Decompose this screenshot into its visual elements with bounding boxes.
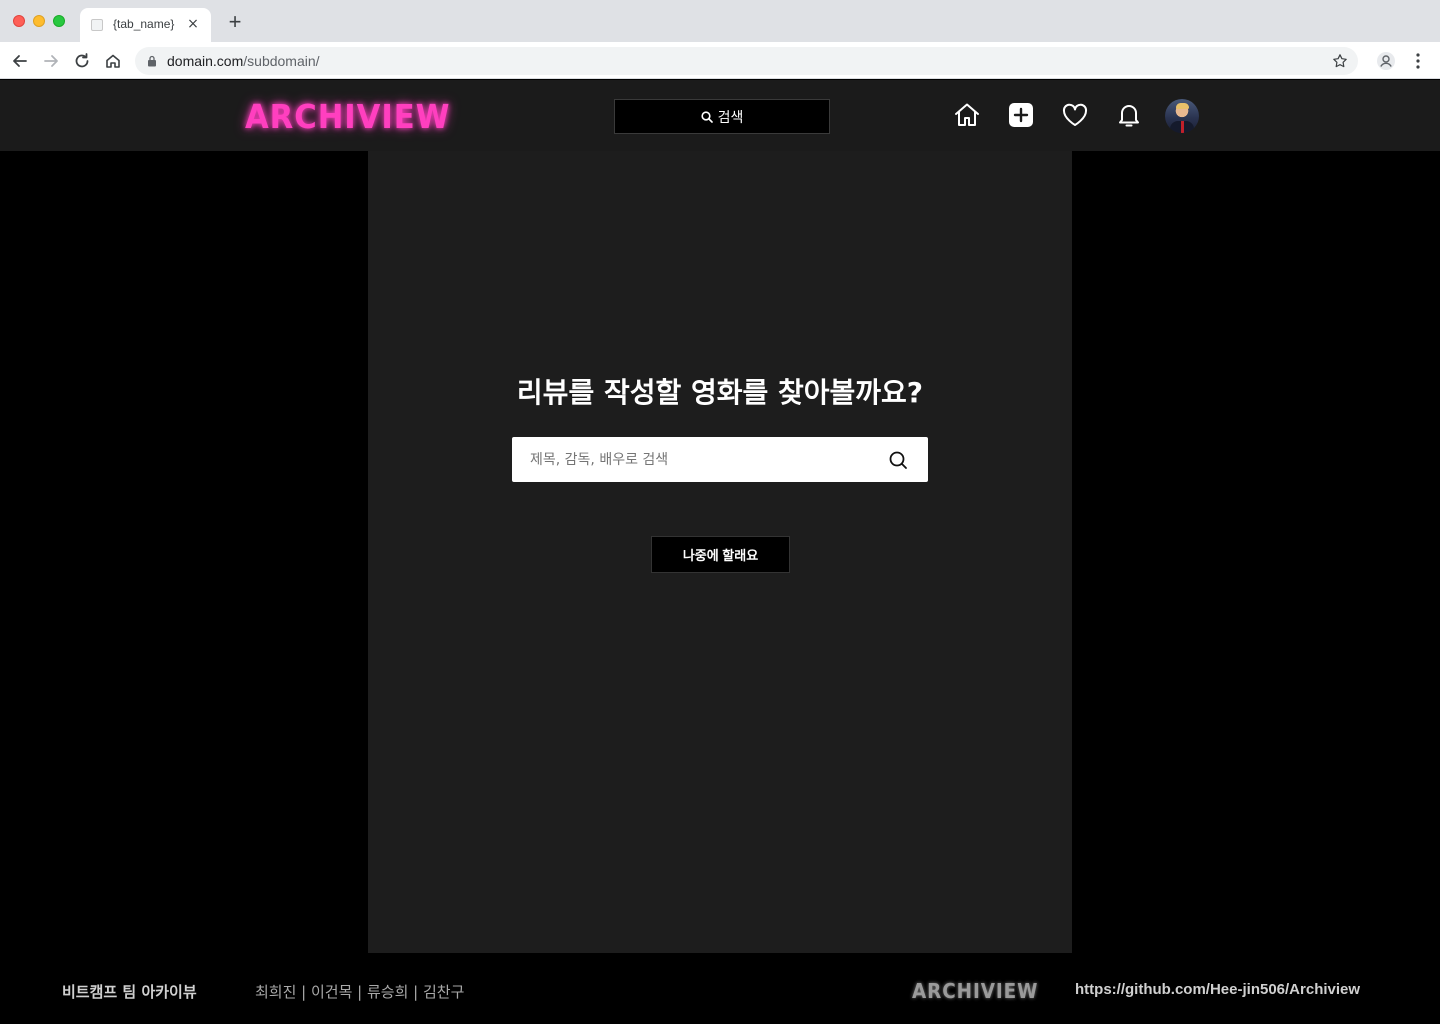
archiview-logo[interactable]: ARCHIVIEW bbox=[245, 97, 450, 136]
url-domain: domain.com bbox=[167, 53, 244, 69]
avatar-tie bbox=[1181, 121, 1184, 133]
browser-tab-strip: {tab_name} × + bbox=[0, 0, 1440, 42]
heart-icon[interactable] bbox=[1061, 101, 1089, 129]
movie-search-input[interactable] bbox=[512, 437, 882, 482]
window-maximize-button[interactable] bbox=[53, 15, 65, 27]
header-search-label: 검색 bbox=[717, 109, 744, 126]
home-icon[interactable] bbox=[953, 101, 981, 129]
footer-team-name: 비트캠프 팀 아카이뷰 bbox=[62, 983, 197, 1001]
page-title: 리뷰를 작성할 영화를 찾아볼까요? bbox=[516, 376, 924, 409]
bookmark-star-icon[interactable] bbox=[1332, 53, 1348, 69]
favicon-icon bbox=[91, 19, 103, 31]
tab-close-icon[interactable]: × bbox=[186, 17, 200, 31]
reload-icon[interactable] bbox=[72, 51, 92, 71]
site-header: ARCHIVIEW 검색 bbox=[0, 80, 1440, 151]
browser-toolbar: domain.com/subdomain/ bbox=[0, 42, 1440, 79]
new-tab-button[interactable]: + bbox=[226, 11, 244, 33]
movie-search-box bbox=[512, 437, 928, 482]
url-path: /subdomain/ bbox=[243, 53, 320, 69]
profile-icon[interactable] bbox=[1376, 51, 1396, 71]
more-menu-icon[interactable] bbox=[1410, 51, 1426, 71]
header-search-button[interactable]: 검색 bbox=[614, 99, 830, 134]
url-text: domain.com/subdomain/ bbox=[167, 53, 320, 69]
bell-icon[interactable] bbox=[1115, 101, 1143, 129]
back-arrow-icon[interactable] bbox=[10, 51, 30, 71]
window-minimize-button[interactable] bbox=[33, 15, 45, 27]
address-bar[interactable]: domain.com/subdomain/ bbox=[135, 47, 1358, 75]
later-button[interactable]: 나중에 할래요 bbox=[651, 536, 790, 573]
tab-title: {tab_name} bbox=[113, 17, 175, 31]
browser-tab[interactable]: {tab_name} × bbox=[80, 8, 211, 42]
site-footer: 비트캠프 팀 아카이뷰 최희진 | 이건목 | 류승희 | 김찬구 ARCHIV… bbox=[0, 953, 1440, 1024]
footer-github-link[interactable]: https://github.com/Hee-jin506/Archiview bbox=[1075, 981, 1360, 998]
avatar[interactable] bbox=[1165, 99, 1199, 133]
search-icon bbox=[701, 110, 713, 123]
movie-search-panel: 리뷰를 작성할 영화를 찾아볼까요? 나중에 할래요 bbox=[368, 151, 1072, 953]
avatar-hair bbox=[1176, 103, 1189, 109]
home-page-icon[interactable] bbox=[103, 51, 123, 71]
forward-arrow-icon[interactable] bbox=[41, 51, 61, 71]
search-icon[interactable] bbox=[888, 450, 908, 470]
window-close-button[interactable] bbox=[13, 15, 25, 27]
add-post-icon[interactable] bbox=[1007, 101, 1035, 129]
footer-members: 최희진 | 이건목 | 류승희 | 김찬구 bbox=[255, 983, 465, 1001]
footer-logo: ARCHIVIEW bbox=[912, 979, 1039, 1003]
lock-icon bbox=[148, 55, 156, 67]
